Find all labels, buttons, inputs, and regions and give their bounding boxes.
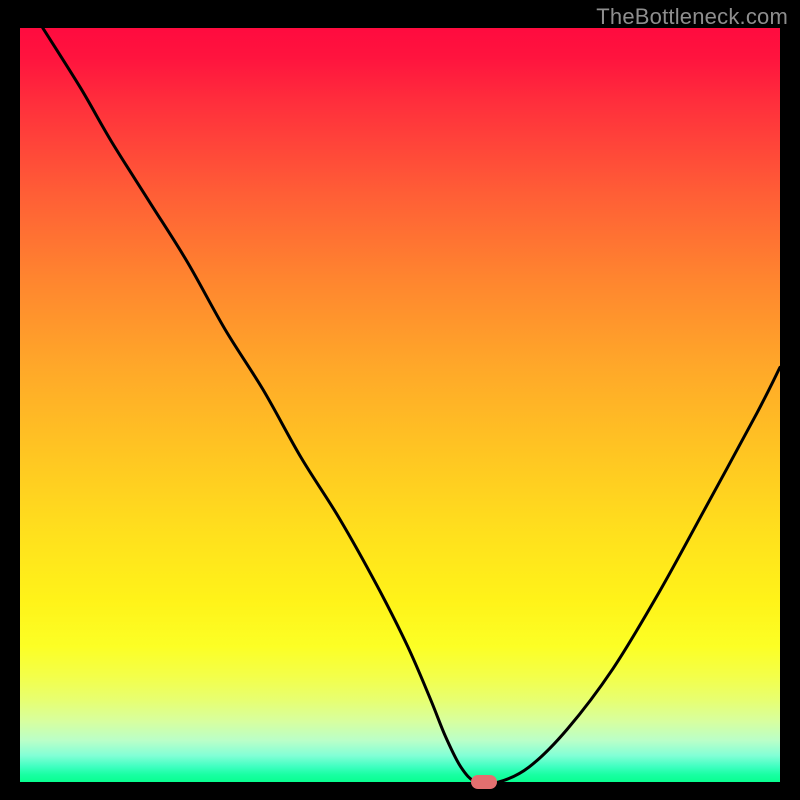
watermark-text: TheBottleneck.com xyxy=(596,4,788,30)
chart-frame: TheBottleneck.com xyxy=(0,0,800,800)
bottleneck-curve xyxy=(20,28,780,782)
plot-area xyxy=(20,28,780,782)
notch-marker xyxy=(471,775,497,789)
